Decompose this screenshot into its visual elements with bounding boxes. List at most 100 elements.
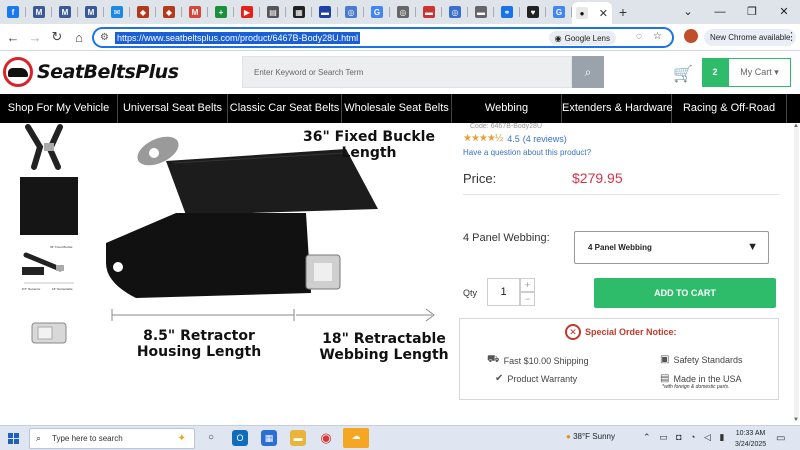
- nav-item[interactable]: Extenders & Hardware: [562, 94, 673, 123]
- special-order-notice[interactable]: ✕ Special Order Notice:: [565, 324, 677, 340]
- wifi-icon: ◔: [690, 432, 696, 442]
- address-bar[interactable]: ⚙ https://www.seatbeltsplus.com/product/…: [92, 27, 674, 48]
- logo-mark-icon: [3, 57, 33, 87]
- url-text[interactable]: https://www.seatbeltsplus.com/product/64…: [114, 31, 361, 44]
- chrome-update-button[interactable]: New Chrome available: [704, 29, 797, 46]
- browser-tab[interactable]: ▶: [234, 2, 260, 22]
- new-tab-button[interactable]: +: [612, 4, 634, 20]
- close-tab-icon[interactable]: ✕: [599, 7, 608, 20]
- bookmark-star-icon[interactable]: ☆: [653, 31, 662, 42]
- scroll-up-icon[interactable]: ▲: [793, 123, 799, 129]
- weather-widget[interactable]: ● 38°F Sunny: [566, 432, 615, 441]
- browser-tab[interactable]: M: [78, 2, 104, 22]
- browser-tab[interactable]: G: [364, 2, 390, 22]
- browser-tab[interactable]: f: [0, 2, 26, 22]
- browser-tab[interactable]: ♥: [520, 2, 546, 22]
- site-info-icon[interactable]: ⚙: [100, 32, 109, 43]
- webbing-select[interactable]: 4 Panel Webbing ▼: [574, 231, 769, 264]
- browser-tab[interactable]: ⚭: [494, 2, 520, 22]
- outlook-icon[interactable]: O: [232, 430, 248, 446]
- system-tray[interactable]: ⌃ ▭ ◘ ◔ ◁ ▮: [643, 432, 724, 443]
- nav-item[interactable]: Classic Car Seat Belts: [228, 94, 342, 123]
- add-to-cart-button[interactable]: ADD TO CART: [594, 278, 776, 308]
- cart-count-badge[interactable]: 2: [702, 58, 728, 87]
- browser-tab[interactable]: M: [182, 2, 208, 22]
- thumbnail-3-dimensions[interactable]: 36" Fixed Buckle 8.5" Retractor 18" Retr…: [20, 241, 78, 299]
- browser-tab[interactable]: ◆: [156, 2, 182, 22]
- window-controls: ⌄ — ❐ ✕: [672, 0, 800, 24]
- page-scrollbar[interactable]: [794, 124, 799, 420]
- close-window-button[interactable]: ✕: [768, 0, 800, 24]
- browser-tab[interactable]: ▦: [286, 2, 312, 22]
- question-link[interactable]: Have a question about this product?: [463, 148, 591, 157]
- browser-tab[interactable]: ▬: [468, 2, 494, 22]
- browser-tab[interactable]: M: [52, 2, 78, 22]
- tab-active-seatbeltsplus[interactable]: ● ✕: [572, 2, 612, 24]
- site-m-icon: M: [59, 6, 71, 18]
- restore-button[interactable]: ❐: [736, 0, 768, 24]
- browser-tab[interactable]: +: [208, 2, 234, 22]
- file-explorer-icon[interactable]: ▬: [290, 430, 306, 446]
- nav-item[interactable]: Wholesale Seat Belts: [342, 94, 452, 123]
- browser-tab[interactable]: G: [546, 2, 572, 22]
- browser-tab-strip: f M M M ✉ ◆ ◆ M + ▶ ▤ ▦ ▬ ◎ G ◎ ▬ ◎ ▬ ⚭ ♥ G ● ✕ + ⌄ — ❐ ✕: [0, 0, 800, 24]
- browser-tab[interactable]: ▬: [416, 2, 442, 22]
- reload-button[interactable]: ↻: [46, 29, 68, 45]
- browser-tab[interactable]: ◎: [338, 2, 364, 22]
- taskbar-search-input[interactable]: ⌕ Type here to search ✦: [29, 428, 195, 449]
- price-label: Price:: [463, 171, 497, 186]
- browser-tab[interactable]: ✉: [104, 2, 130, 22]
- rating-row: ★★★★½ 4.5 (4 reviews): [463, 133, 567, 144]
- qty-decrement-button[interactable]: −: [520, 292, 535, 306]
- forward-button[interactable]: →: [24, 30, 46, 45]
- thumb-caption-3: 18" Retractable: [52, 287, 73, 291]
- search-button[interactable]: ⌕: [572, 56, 604, 88]
- qty-increment-button[interactable]: +: [520, 278, 535, 292]
- browser-menu-icon[interactable]: ⋮: [786, 30, 797, 43]
- home-button[interactable]: ⌂: [68, 30, 90, 45]
- retractable-length-text: 18" Retractable Webbing Length: [319, 331, 449, 364]
- back-button[interactable]: ←: [2, 30, 24, 45]
- minimize-button[interactable]: —: [704, 0, 736, 24]
- weather-cond: Sunny: [592, 432, 615, 441]
- qty-input[interactable]: 1: [487, 278, 520, 306]
- reviews-link[interactable]: (4 reviews): [523, 134, 567, 144]
- nav-item[interactable]: Shop For My Vehicle: [0, 94, 118, 123]
- weather-sun-icon: ●: [566, 432, 571, 441]
- store-icon[interactable]: ▦: [261, 430, 277, 446]
- nav-item[interactable]: Universal Seat Belts: [118, 94, 228, 123]
- browser-tab[interactable]: ◆: [130, 2, 156, 22]
- rating-value[interactable]: 4.5: [507, 134, 520, 144]
- main-product-image[interactable]: 36" Fixed Buckle Length 8.5" Retractor H…: [96, 123, 456, 378]
- browser-tab[interactable]: M: [26, 2, 52, 22]
- extension-icon[interactable]: [684, 29, 698, 43]
- lens-label: Google Lens: [564, 33, 610, 43]
- google-lens-button[interactable]: ◉ Google Lens: [548, 31, 616, 45]
- nav-item[interactable]: Racing & Off-Road: [672, 94, 787, 123]
- browser-tab[interactable]: ◎: [442, 2, 468, 22]
- taskbar-clock[interactable]: 10:33 AM 3/24/2025: [735, 428, 766, 450]
- task-view-icon[interactable]: ○: [203, 430, 219, 446]
- my-cart-button[interactable]: My Cart ▾: [728, 58, 791, 87]
- logo-text: SeatBeltsPlus: [37, 61, 179, 83]
- cart-icon[interactable]: 🛒: [673, 64, 693, 84]
- site-logo[interactable]: SeatBeltsPlus: [3, 57, 179, 87]
- scroll-down-icon[interactable]: ▼: [793, 417, 799, 423]
- tab-search-icon[interactable]: ⌄: [672, 0, 704, 24]
- thumbnail-2-webbing[interactable]: [20, 177, 78, 235]
- link-icon: ⚭: [501, 6, 513, 18]
- chat-icon: ✉: [111, 6, 123, 18]
- thumbnail-1[interactable]: [20, 123, 78, 171]
- upload-app-icon[interactable]: ☁: [343, 428, 369, 448]
- browser-tab[interactable]: ▬: [312, 2, 338, 22]
- browser-tab[interactable]: ◎: [390, 2, 416, 22]
- windows-start-icon[interactable]: [8, 433, 19, 444]
- browser-tab[interactable]: ▤: [260, 2, 286, 22]
- site-search-input[interactable]: Enter Keyword or Search Term: [242, 56, 572, 88]
- thumbnail-4-buckle[interactable]: [20, 305, 78, 363]
- notification-icon[interactable]: ▭: [776, 433, 785, 444]
- hide-icon[interactable]: ◌: [636, 31, 642, 42]
- made-usa-subtext: *with foreign & domestic parts.: [662, 384, 730, 390]
- nav-item[interactable]: Webbing: [452, 94, 562, 123]
- chrome-icon[interactable]: ◉: [318, 430, 334, 446]
